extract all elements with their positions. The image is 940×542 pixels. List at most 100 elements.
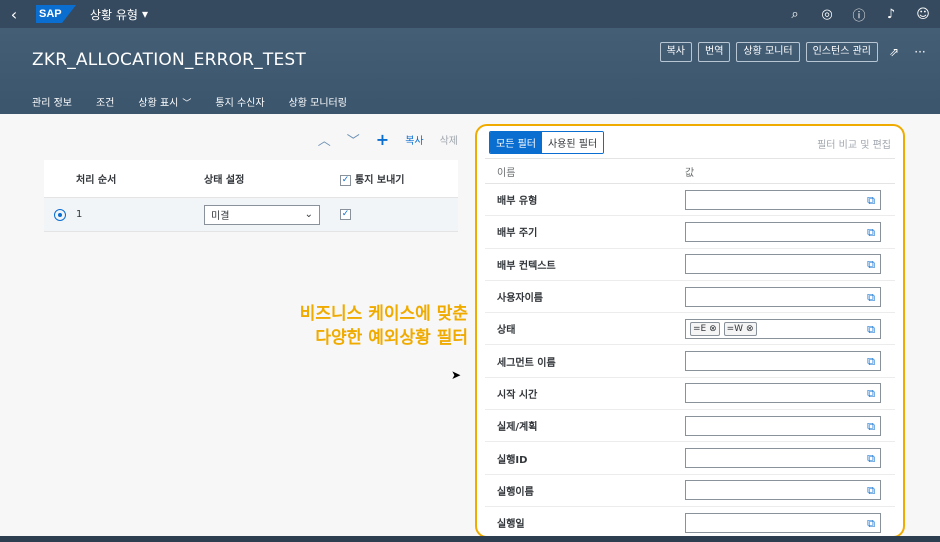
used-filters-button[interactable]: 사용된 필터 bbox=[541, 131, 604, 153]
move-up-icon[interactable]: ︿ bbox=[318, 130, 331, 149]
notify-checkbox[interactable]: ✓ bbox=[340, 208, 351, 220]
filter-segmented-button: 모든 필터 사용된 필터 bbox=[489, 130, 605, 154]
filter-value-input[interactable]: ⧉ bbox=[685, 448, 881, 469]
filter-value-input[interactable]: =E ⊗ =W ⊗ ⧉ bbox=[685, 318, 881, 339]
row-notify-cell: ✓ bbox=[340, 208, 458, 221]
annotation-callout: 비즈니스 케이스에 맞춘 다양한 예외상황 필터 bbox=[262, 302, 468, 350]
user-icon[interactable]: ☺ bbox=[914, 7, 932, 22]
chevron-down-icon: ▾ bbox=[141, 7, 149, 21]
value-help-icon[interactable]: ⧉ bbox=[867, 452, 875, 466]
column-header-name: 이름 bbox=[497, 167, 516, 179]
copilot-icon[interactable]: ◎ bbox=[818, 7, 836, 22]
filter-name: 상태 bbox=[497, 325, 516, 337]
filter-row: 배부 컨텍스트 ⧉ bbox=[485, 249, 895, 281]
filter-value-input[interactable]: ⧉ bbox=[685, 221, 881, 242]
move-down-icon[interactable]: ﹀ bbox=[347, 130, 360, 149]
status-select[interactable]: 미결 ⌄ bbox=[204, 204, 320, 225]
value-help-icon[interactable]: ⧉ bbox=[867, 291, 875, 305]
value-help-icon[interactable]: ⧉ bbox=[867, 323, 875, 337]
filter-token[interactable]: =E ⊗ bbox=[690, 321, 720, 336]
value-help-icon[interactable]: ⧉ bbox=[867, 387, 875, 401]
filter-row: 사용자이름 ⧉ bbox=[485, 281, 895, 314]
radio-button[interactable] bbox=[54, 208, 66, 221]
search-icon[interactable]: ⌕ bbox=[786, 7, 804, 22]
filter-name: 배부 주기 bbox=[497, 228, 538, 240]
filter-value-input[interactable]: ⧉ bbox=[685, 286, 881, 307]
filter-name: 배부 컨텍스트 bbox=[497, 260, 556, 272]
shell-actions: ⌕ ◎ ⓘ ♪ ☺ bbox=[786, 0, 932, 28]
shell-bar: ‹ SAP 상황 유형 ▾ ⌕ ◎ ⓘ ♪ ☺ bbox=[0, 0, 940, 28]
table-toolbar: ︿ ﹀ + 복사 삭제 bbox=[44, 126, 458, 152]
filter-value-input[interactable]: ⧉ bbox=[685, 383, 881, 404]
translate-button[interactable]: 번역 bbox=[698, 42, 731, 62]
filter-row: 배부 주기 ⧉ bbox=[485, 216, 895, 249]
value-help-icon[interactable]: ⧉ bbox=[867, 420, 875, 434]
sap-logo[interactable]: SAP bbox=[36, 5, 76, 23]
column-header-notify: ✓ 통지 보내기 bbox=[340, 171, 458, 186]
filter-row: 실행이름 ⧉ bbox=[485, 475, 895, 507]
filter-value-input[interactable]: ⧉ bbox=[685, 351, 881, 372]
notification-icon[interactable]: ♪ bbox=[882, 7, 900, 22]
page-title: ZKR_ALLOCATION_ERROR_TEST bbox=[32, 50, 306, 70]
column-header-value: 값 bbox=[685, 167, 695, 179]
share-icon[interactable]: ⇗ bbox=[884, 45, 904, 59]
column-header-notify-label: 통지 보내기 bbox=[355, 175, 405, 186]
conditions-panel: ︿ ﹀ + 복사 삭제 처리 순서 상태 설정 ✓ 통지 보내기 1 미결 ⌄ ✓ bbox=[44, 126, 458, 232]
annotation-line-2: 다양한 예외상황 필터 bbox=[315, 328, 468, 348]
tab-label: 상황 표시 bbox=[138, 98, 179, 109]
value-help-icon[interactable]: ⧉ bbox=[867, 484, 875, 498]
filter-panel: 모든 필터 사용된 필터 필터 비교 및 편집 이름 값 배부 유형 ⧉ 배부 주기… bbox=[475, 124, 905, 538]
footer-bar bbox=[0, 536, 940, 542]
filter-name: 실행ID bbox=[497, 454, 528, 466]
delete-row-button[interactable]: 삭제 bbox=[440, 132, 458, 147]
filter-value-input[interactable]: ⧉ bbox=[685, 512, 881, 533]
app-title: 상황 유형 bbox=[90, 7, 138, 22]
filter-token[interactable]: =W ⊗ bbox=[723, 321, 757, 336]
copy-row-button[interactable]: 복사 bbox=[405, 132, 423, 147]
mouse-cursor-icon: ➤ bbox=[451, 368, 462, 382]
copy-button[interactable]: 복사 bbox=[659, 42, 693, 62]
app-title-menu[interactable]: 상황 유형 ▾ bbox=[90, 6, 148, 23]
filter-value-input[interactable]: ⧉ bbox=[685, 480, 881, 501]
filter-name: 실제/계획 bbox=[497, 422, 538, 434]
remove-token-icon[interactable]: ⊗ bbox=[706, 324, 717, 334]
table-row[interactable]: 1 미결 ⌄ ✓ bbox=[44, 198, 458, 232]
filter-token-label: =E bbox=[693, 323, 707, 334]
filter-row: 세그먼트 이름 ⧉ bbox=[485, 345, 895, 378]
all-filters-button[interactable]: 모든 필터 bbox=[490, 131, 542, 153]
filter-row: 실행ID ⧉ bbox=[485, 442, 895, 475]
filter-name: 실행일 bbox=[497, 519, 525, 531]
value-help-icon[interactable]: ⧉ bbox=[867, 226, 875, 240]
row-status-cell: 미결 ⌄ bbox=[204, 204, 340, 225]
filter-name: 실행이름 bbox=[497, 486, 534, 498]
value-help-icon[interactable]: ⧉ bbox=[867, 517, 875, 531]
situation-monitor-button[interactable]: 상황 모니터 bbox=[736, 42, 800, 62]
annotation-line-1: 비즈니스 케이스에 맞춘 bbox=[299, 304, 468, 324]
filter-row: 배부 유형 ⧉ bbox=[485, 184, 895, 217]
filter-name: 세그먼트 이름 bbox=[497, 357, 556, 369]
remove-token-icon[interactable]: ⊗ bbox=[743, 324, 754, 334]
conditions-table: 처리 순서 상태 설정 ✓ 통지 보내기 1 미결 ⌄ ✓ bbox=[44, 160, 458, 232]
value-help-icon[interactable]: ⧉ bbox=[867, 194, 875, 208]
row-select[interactable] bbox=[44, 208, 76, 221]
filter-value-input[interactable]: ⧉ bbox=[685, 254, 881, 275]
filter-value-input[interactable]: ⧉ bbox=[685, 415, 881, 436]
filter-row: 상태 =E ⊗ =W ⊗ ⧉ bbox=[485, 313, 895, 346]
filter-row: 실제/계획 ⧉ bbox=[485, 410, 895, 443]
filter-value-input[interactable]: ⧉ bbox=[685, 189, 881, 210]
chevron-down-icon: ﹀ bbox=[182, 99, 192, 109]
object-header: ZKR_ALLOCATION_ERROR_TEST 복사 번역 상황 모니터 인… bbox=[0, 28, 940, 117]
value-help-icon[interactable]: ⧉ bbox=[867, 258, 875, 272]
filter-row: 실행일 ⧉ bbox=[485, 507, 895, 536]
back-icon[interactable]: ‹ bbox=[0, 5, 28, 24]
manage-instances-button[interactable]: 인스턴스 관리 bbox=[805, 42, 878, 62]
help-icon[interactable]: ⓘ bbox=[850, 5, 868, 24]
filter-name: 시작 시간 bbox=[497, 389, 538, 401]
filter-rows: 배부 유형 ⧉ 배부 주기 ⧉ 배부 컨텍스트 ⧉ 사용자이름 ⧉ 상태 =E ⊗ =W ⊗ ⧉ 세그먼… bbox=[477, 184, 903, 536]
column-header-order: 처리 순서 bbox=[76, 175, 117, 186]
add-icon[interactable]: + bbox=[376, 130, 389, 149]
notify-all-checkbox[interactable]: ✓ bbox=[340, 174, 351, 186]
more-icon[interactable]: ··· bbox=[910, 45, 930, 59]
value-help-icon[interactable]: ⧉ bbox=[867, 355, 875, 369]
compare-edit-filters-link[interactable]: 필터 비교 및 편집 bbox=[817, 136, 891, 151]
